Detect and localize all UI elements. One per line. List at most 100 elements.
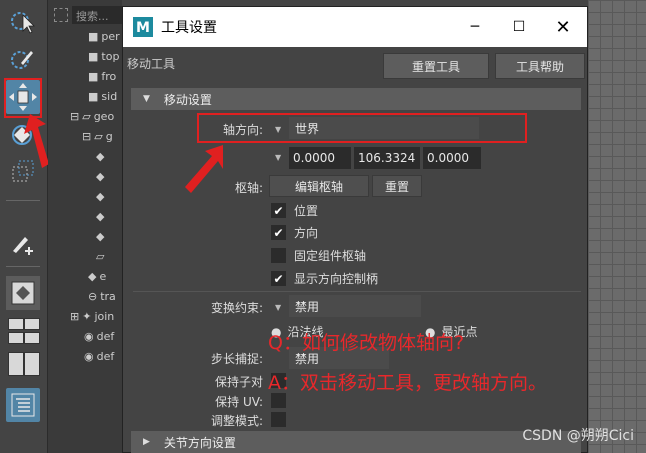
filter-icon[interactable] [54, 8, 68, 22]
outliner-item[interactable]: ■ fro [88, 66, 116, 86]
axis-z-field[interactable]: 0.0000 [423, 147, 481, 169]
divider [133, 291, 581, 292]
expand-triangle-icon: ▶ [143, 437, 150, 447]
layout-side-icon[interactable] [24, 352, 40, 376]
outliner-item-label: join [94, 309, 115, 323]
outliner-item[interactable]: ▱ [96, 246, 107, 266]
outliner-item-label: def [96, 329, 115, 343]
svg-text:M: M [136, 20, 150, 36]
dialog-title: 工具设置 [161, 20, 217, 36]
orientation-checkbox-row[interactable]: ✔ 方向 [271, 224, 318, 241]
joint-icon: ✦ [82, 309, 92, 323]
mesh-icon: ◆ [96, 229, 105, 243]
pin-component-pivot-checkbox-row[interactable]: 固定组件枢轴 [271, 247, 366, 264]
preserve-uv-checkbox[interactable] [271, 393, 286, 408]
section-title: 移动设置 [163, 92, 212, 107]
minimize-button[interactable]: ─ [453, 7, 497, 47]
outliner-item[interactable]: ◉ def [84, 326, 114, 346]
tweak-mode-checkbox[interactable] [271, 412, 286, 427]
mesh-icon: ◆ [96, 169, 105, 183]
close-button[interactable]: ✕ [541, 7, 585, 47]
axis-x-field[interactable]: 0.0000 [289, 147, 351, 169]
dropdown-arrow-icon: ▼ [275, 153, 282, 162]
outliner-item[interactable]: ⊞ ✦ join [70, 306, 114, 326]
outliner-item-label: def [96, 349, 115, 363]
outliner-item[interactable]: ◆ [96, 226, 107, 246]
outliner-item[interactable]: ■ per [88, 26, 120, 46]
group-icon: ▱ [82, 109, 91, 123]
lasso-tool[interactable] [6, 42, 40, 76]
layout-outliner-icon[interactable] [24, 332, 40, 344]
set-icon: ◉ [84, 349, 94, 363]
mesh-icon: ◆ [96, 149, 105, 163]
preserve-children-label: 保持子对 [214, 375, 263, 389]
layout-vertical-icon[interactable] [8, 352, 24, 376]
outliner-list-icon [11, 393, 35, 417]
checkbox[interactable]: ✔ [271, 225, 286, 240]
outliner-item[interactable]: ◆ e [88, 266, 106, 286]
outliner-item[interactable]: ◆ [96, 166, 107, 186]
edit-pivot-button[interactable]: 编辑枢轴 [269, 175, 369, 197]
reset-tool-button[interactable]: 重置工具 [383, 53, 489, 79]
tool-help-button[interactable]: 工具帮助 [495, 53, 585, 79]
close-icon: ✕ [555, 16, 571, 38]
dropdown-arrow-icon: ▼ [275, 303, 282, 312]
select-arrow-icon [11, 12, 35, 34]
outliner-item-label: per [101, 29, 120, 43]
checkbox[interactable]: ✔ [271, 271, 286, 286]
checkbox-label: 显示方向控制柄 [294, 272, 379, 286]
outliner-item-label: g [105, 129, 113, 143]
mesh-icon: ◆ [96, 209, 105, 223]
check-icon: ✔ [273, 271, 284, 286]
dialog-titlebar[interactable]: M 工具设置 ─ ☐ ✕ [123, 7, 587, 47]
dialog-toolbar: 移动工具 重置工具 工具帮助 [123, 47, 587, 87]
reset-pivot-button[interactable]: 重置 [372, 175, 422, 197]
checkbox[interactable]: ✔ [271, 203, 286, 218]
layout-two-view-icon[interactable] [8, 332, 24, 344]
paint-tool[interactable] [6, 226, 40, 260]
outliner-item[interactable]: ◆ [96, 206, 107, 226]
outliner-layout-button[interactable] [6, 388, 40, 422]
outliner-item-label: sid [101, 89, 118, 103]
group-icon: ▱ [96, 249, 105, 263]
check-icon: ✔ [273, 225, 284, 240]
checkbox-label: 位置 [294, 204, 319, 218]
toolbox-divider [6, 200, 40, 201]
viewport[interactable] [588, 0, 646, 453]
step-snap-label: 步长捕捉: [210, 352, 263, 366]
maximize-button[interactable]: ☐ [497, 7, 541, 47]
annotation-question: Q：如何修改物体轴向? [268, 332, 465, 354]
layout-single-button[interactable] [6, 276, 40, 310]
outliner-item[interactable]: ■ sid [88, 86, 117, 106]
outliner-item[interactable]: ◆ [96, 146, 107, 166]
expand-toggle-icon[interactable]: ⊟ [82, 130, 91, 143]
minimize-icon: ─ [470, 19, 480, 35]
expand-toggle-icon[interactable]: ⊟ [70, 110, 79, 123]
outliner-search-input[interactable]: 搜索... [72, 6, 122, 24]
move-settings-section-header[interactable]: ▼ 移动设置 [131, 88, 581, 110]
joint-orient-section-header[interactable]: ▶ 关节方向设置 [131, 431, 581, 453]
tweak-mode-label: 调整模式: [210, 414, 263, 428]
expand-toggle-icon[interactable]: ⊞ [70, 310, 79, 323]
set-icon: ◉ [84, 329, 94, 343]
show-orientation-handle-checkbox-row[interactable]: ✔ 显示方向控制柄 [271, 270, 378, 287]
outliner-item[interactable]: ⊟ ▱ g [82, 126, 113, 146]
outliner-item[interactable]: ⊖ tra [88, 286, 116, 306]
group-icon: ▱ [94, 129, 103, 143]
outliner-item[interactable]: ◆ [96, 186, 107, 206]
outliner-item-label: tra [100, 289, 116, 303]
mesh-icon: ◆ [96, 189, 105, 203]
outliner-item[interactable]: ■ top [88, 46, 119, 66]
annotation-answer: A：双击移动工具，更改轴方向。 [268, 372, 547, 394]
layout-four-view-icon[interactable] [8, 318, 24, 330]
paint-brush-plus-icon [13, 237, 33, 255]
outliner-item[interactable]: ⊟ ▱ geo [70, 106, 114, 126]
position-checkbox-row[interactable]: ✔ 位置 [271, 202, 318, 219]
checkbox-label: 固定组件枢轴 [294, 249, 367, 263]
transform-constraint-dropdown[interactable]: 禁用 [289, 295, 421, 317]
outliner-item[interactable]: ◉ def [84, 346, 114, 366]
axis-y-field[interactable]: 106.3324 [354, 147, 420, 169]
layout-persp-icon[interactable] [24, 318, 40, 330]
select-tool[interactable] [6, 6, 40, 40]
checkbox[interactable] [271, 248, 286, 263]
